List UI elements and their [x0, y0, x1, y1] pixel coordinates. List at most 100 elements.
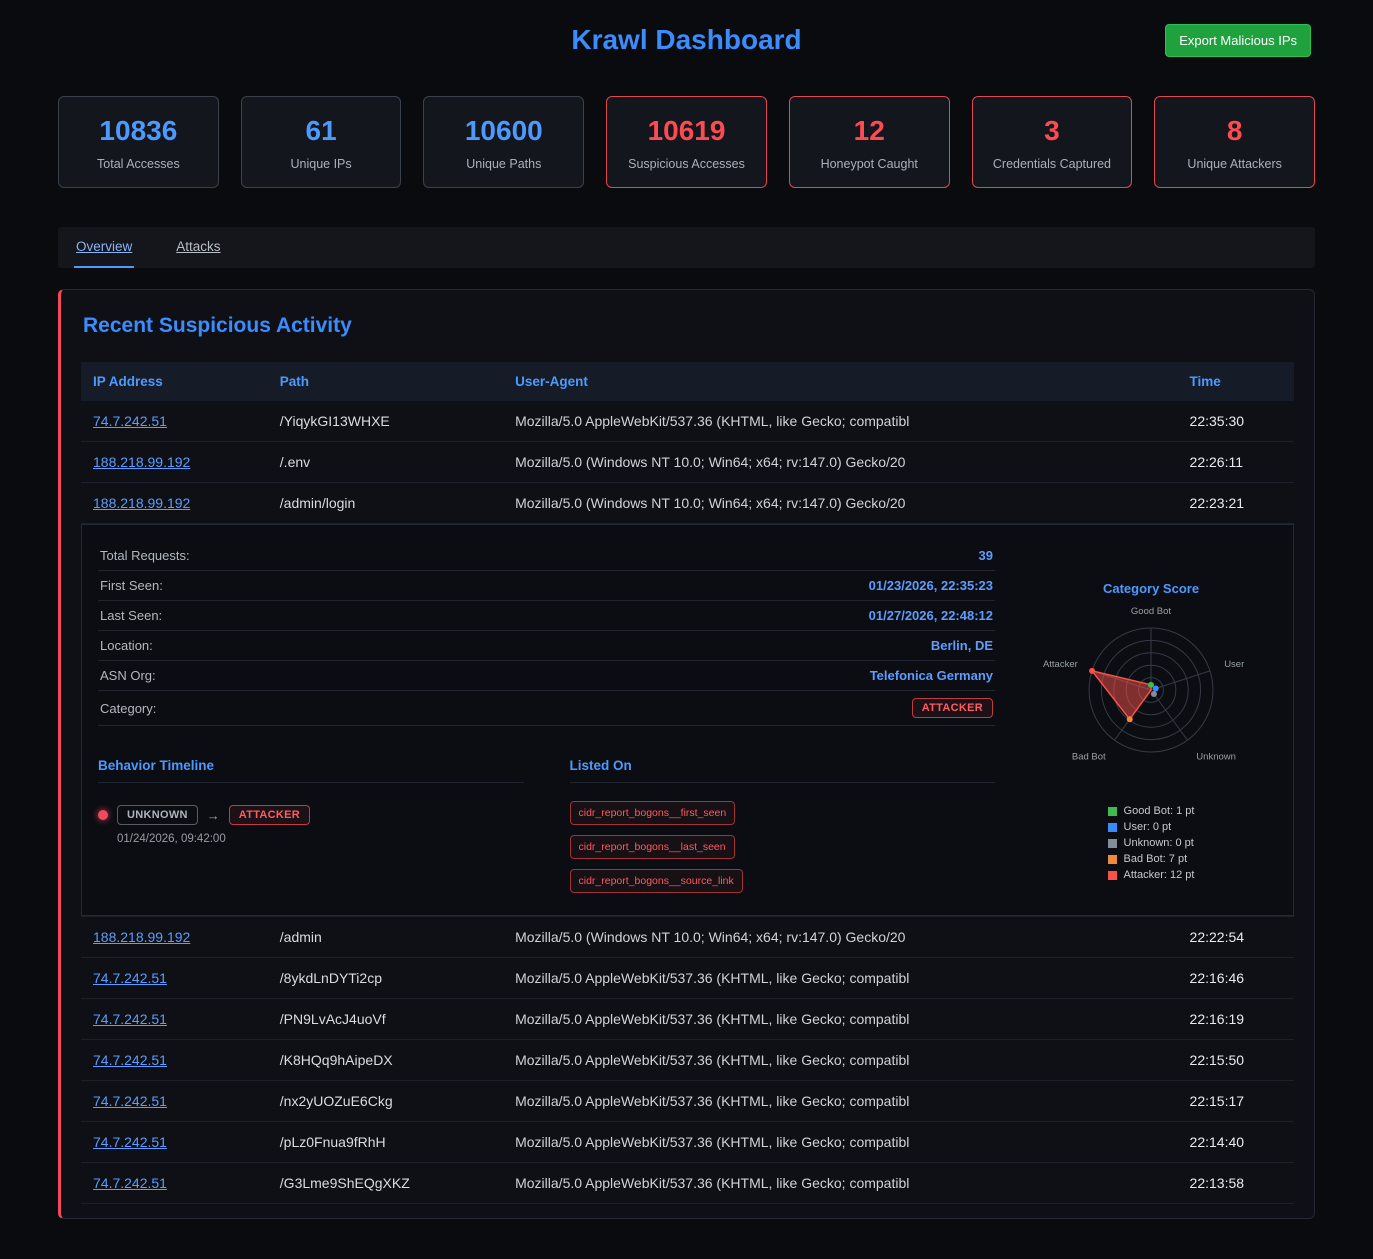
table-row[interactable]: 74.7.242.51/G3Lme9ShEQgXKZMozilla/5.0 Ap… — [81, 1163, 1294, 1204]
path-cell: /K8HQq9hAipeDX — [268, 1040, 503, 1081]
svg-text:User: User — [1224, 659, 1244, 670]
ip-cell: 188.218.99.192 — [81, 483, 268, 524]
tab-overview[interactable]: Overview — [74, 227, 134, 268]
table-row[interactable]: 188.218.99.192/admin/loginMozilla/5.0 (W… — [81, 483, 1294, 524]
stat-card: 8Unique Attackers — [1154, 96, 1315, 188]
transition-arrow-icon: → — [207, 808, 220, 823]
column-header: Time — [1178, 362, 1294, 401]
time-cell: 22:16:19 — [1178, 999, 1294, 1040]
field-value: Berlin, DE — [931, 638, 993, 653]
category-field: Category: ATTACKER — [98, 691, 995, 726]
stat-label: Suspicious Accesses — [615, 157, 758, 171]
export-malicious-ips-button[interactable]: Export Malicious IPs — [1165, 24, 1311, 57]
column-header: Path — [268, 362, 503, 401]
stat-value: 10836 — [67, 115, 210, 147]
stat-card: 10836 Total Accesses — [58, 96, 219, 188]
category-label: Category: — [100, 701, 156, 716]
detail-columns: Behavior Timeline UNKNOWN → ATTACKER 01/… — [98, 758, 995, 893]
ip-cell: 74.7.242.51 — [81, 1163, 268, 1204]
blocklist-badge[interactable]: cidr_report_bogons__last_seen — [570, 835, 735, 859]
stat-label: Unique Attackers — [1163, 157, 1306, 171]
ip-detail-panel: Total Requests:39First Seen:01/23/2026, … — [81, 524, 1294, 916]
behavior-timeline-section: Behavior Timeline UNKNOWN → ATTACKER 01/… — [98, 758, 524, 893]
category-score-section: Category Score Good BotUserUnknownBad Bo… — [1025, 541, 1277, 893]
table-row[interactable]: 74.7.242.51/pLz0Fnua9fRhHMozilla/5.0 App… — [81, 1122, 1294, 1163]
legend-item: Attacker: 12 pt — [1108, 869, 1195, 881]
detail-field: ASN Org:Telefonica Germany — [98, 661, 995, 691]
stat-value: 3 — [981, 115, 1124, 147]
time-cell: 22:26:11 — [1178, 442, 1294, 483]
stat-label: Credentials Captured — [981, 157, 1124, 171]
timeline-timestamp: 01/24/2026, 09:42:00 — [117, 833, 524, 845]
table-row[interactable]: 74.7.242.51/8ykdLnDYTi2cpMozilla/5.0 App… — [81, 958, 1294, 999]
stat-card: 12Honeypot Caught — [789, 96, 950, 188]
ip-cell: 74.7.242.51 — [81, 1081, 268, 1122]
field-label: First Seen: — [100, 578, 163, 593]
ip-link[interactable]: 188.218.99.192 — [93, 495, 190, 511]
time-cell: 22:35:30 — [1178, 401, 1294, 442]
field-label: Last Seen: — [100, 608, 162, 623]
table-row[interactable]: 74.7.242.51/nx2yUOZuE6CkgMozilla/5.0 App… — [81, 1081, 1294, 1122]
activity-table: IP AddressPathUser-AgentTime 74.7.242.51… — [81, 362, 1294, 1204]
ip-link[interactable]: 74.7.242.51 — [93, 1175, 167, 1191]
ip-link[interactable]: 188.218.99.192 — [93, 454, 190, 470]
user-agent-cell: Mozilla/5.0 (Windows NT 10.0; Win64; x64… — [503, 917, 1177, 958]
stat-label: Total Accesses — [67, 157, 210, 171]
ip-link[interactable]: 74.7.242.51 — [93, 413, 167, 429]
path-cell: /G3Lme9ShEQgXKZ — [268, 1163, 503, 1204]
legend-swatch-icon — [1108, 839, 1117, 848]
stat-label: Unique IPs — [250, 157, 393, 171]
table-row[interactable]: 74.7.242.51/PN9LvAcJ4uoVfMozilla/5.0 App… — [81, 999, 1294, 1040]
radar-chart-title: Category Score — [1025, 581, 1277, 596]
ip-link[interactable]: 74.7.242.51 — [93, 1011, 167, 1027]
table-row[interactable]: 74.7.242.51/YiqykGI13WHXEMozilla/5.0 App… — [81, 401, 1294, 442]
header: Krawl Dashboard Export Malicious IPs — [58, 0, 1315, 96]
table-row[interactable]: 188.218.99.192/adminMozilla/5.0 (Windows… — [81, 917, 1294, 958]
ip-cell: 74.7.242.51 — [81, 1040, 268, 1081]
stat-card: 3 Credentials Captured — [972, 96, 1133, 188]
tab-attacks[interactable]: Attacks — [174, 227, 222, 268]
ip-link[interactable]: 188.218.99.192 — [93, 929, 190, 945]
stat-card: 10619 Suspicious Accesses — [606, 96, 767, 188]
column-header: IP Address — [81, 362, 268, 401]
user-agent-cell: Mozilla/5.0 AppleWebKit/537.36 (KHTML, l… — [503, 401, 1177, 442]
user-agent-cell: Mozilla/5.0 AppleWebKit/537.36 (KHTML, l… — [503, 1163, 1177, 1204]
stat-label: Unique Paths — [432, 157, 575, 171]
detail-left: Total Requests:39First Seen:01/23/2026, … — [98, 541, 995, 893]
time-cell: 22:14:40 — [1178, 1122, 1294, 1163]
stat-label: Honeypot Caught — [798, 157, 941, 171]
legend-label: Good Bot: 1 pt — [1124, 805, 1195, 817]
ip-cell: 74.7.242.51 — [81, 958, 268, 999]
field-label: Location: — [100, 638, 153, 653]
field-label: Total Requests: — [100, 548, 190, 563]
user-agent-cell: Mozilla/5.0 (Windows NT 10.0; Win64; x64… — [503, 483, 1177, 524]
path-cell: /.env — [268, 442, 503, 483]
detail-row: Total Requests:39First Seen:01/23/2026, … — [81, 524, 1294, 917]
blocklist-badge[interactable]: cidr_report_bogons__source_link — [570, 869, 743, 893]
table-row[interactable]: 188.218.99.192/.envMozilla/5.0 (Windows … — [81, 442, 1294, 483]
blocklist-badge[interactable]: cidr_report_bogons__first_seen — [570, 801, 736, 825]
detail-field: Location: Berlin, DE — [98, 631, 995, 661]
stat-card: 61 Unique IPs — [241, 96, 402, 188]
ip-link[interactable]: 74.7.242.51 — [93, 1134, 167, 1150]
stats-row: 10836Total Accesses61Unique IPs10600Uniq… — [58, 96, 1315, 188]
legend-item: Unknown: 0 pt — [1108, 837, 1195, 849]
table-row[interactable]: 74.7.242.51/K8HQq9hAipeDXMozilla/5.0 App… — [81, 1040, 1294, 1081]
ip-link[interactable]: 74.7.242.51 — [93, 1093, 167, 1109]
detail-fields: Total Requests:39First Seen:01/23/2026, … — [98, 541, 995, 691]
ip-link[interactable]: 74.7.242.51 — [93, 970, 167, 986]
svg-text:Unknown: Unknown — [1196, 751, 1236, 762]
ip-link[interactable]: 74.7.242.51 — [93, 1052, 167, 1068]
user-agent-cell: Mozilla/5.0 AppleWebKit/537.36 (KHTML, l… — [503, 999, 1177, 1040]
rows-before-detail: 74.7.242.51/YiqykGI13WHXEMozilla/5.0 App… — [81, 401, 1294, 524]
stat-value: 10619 — [615, 115, 758, 147]
column-header: User-Agent — [503, 362, 1177, 401]
listed-on-badges: cidr_report_bogons__first_seen cidr_repor… — [570, 801, 900, 893]
path-cell: /pLz0Fnua9fRhH — [268, 1122, 503, 1163]
stat-value: 61 — [250, 115, 393, 147]
behavior-timeline-item: UNKNOWN → ATTACKER — [98, 805, 524, 825]
timeline-marker-icon — [98, 810, 108, 820]
panel-title: Recent Suspicious Activity — [83, 314, 1292, 338]
field-value: Telefonica Germany — [870, 668, 993, 683]
legend-item: Bad Bot: 7 pt — [1108, 853, 1195, 865]
